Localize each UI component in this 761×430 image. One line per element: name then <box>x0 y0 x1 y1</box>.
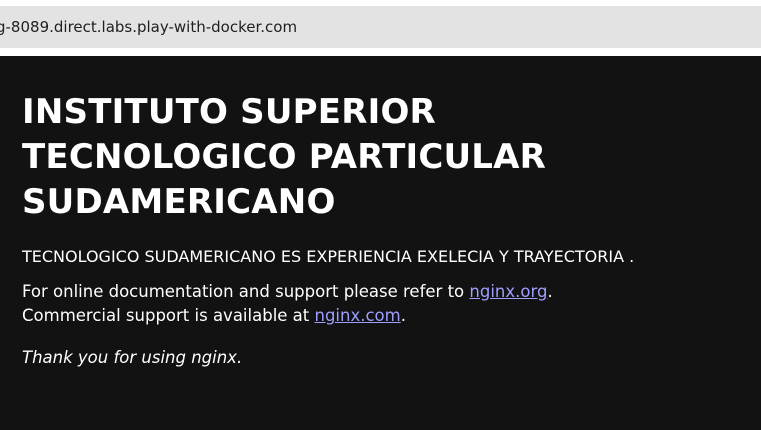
address-bar[interactable]: g-8089.direct.labs.play-with-docker.com <box>0 6 761 48</box>
commercial-support-text: Commercial support is available at <box>22 306 315 325</box>
page-title: INSTITUTO SUPERIOR TECNOLOGICO PARTICULA… <box>22 90 742 225</box>
docs-text: For online documentation and support ple… <box>22 282 470 301</box>
page-viewport: INSTITUTO SUPERIOR TECNOLOGICO PARTICULA… <box>0 56 761 430</box>
nginx-com-link[interactable]: nginx.com <box>315 306 401 325</box>
page-content: INSTITUTO SUPERIOR TECNOLOGICO PARTICULA… <box>22 90 742 370</box>
support-paragraph: For online documentation and support ple… <box>22 280 742 328</box>
commercial-support-text-end: . <box>400 306 406 325</box>
page-title-line-1: INSTITUTO SUPERIOR <box>22 92 436 132</box>
page-title-line-2: TECNOLOGICO PARTICULAR <box>22 137 547 177</box>
nginx-org-link[interactable]: nginx.org <box>469 282 547 301</box>
address-bar-url[interactable]: g-8089.direct.labs.play-with-docker.com <box>0 18 297 36</box>
tagline: TECNOLOGICO SUDAMERICANO ES EXPERIENCIA … <box>22 247 635 266</box>
toolbar-divider <box>0 48 761 56</box>
page-title-line-3: SUDAMERICANO <box>22 182 336 222</box>
docs-text-end: . <box>547 282 553 301</box>
thank-you-note: Thank you for using nginx. <box>22 348 243 367</box>
